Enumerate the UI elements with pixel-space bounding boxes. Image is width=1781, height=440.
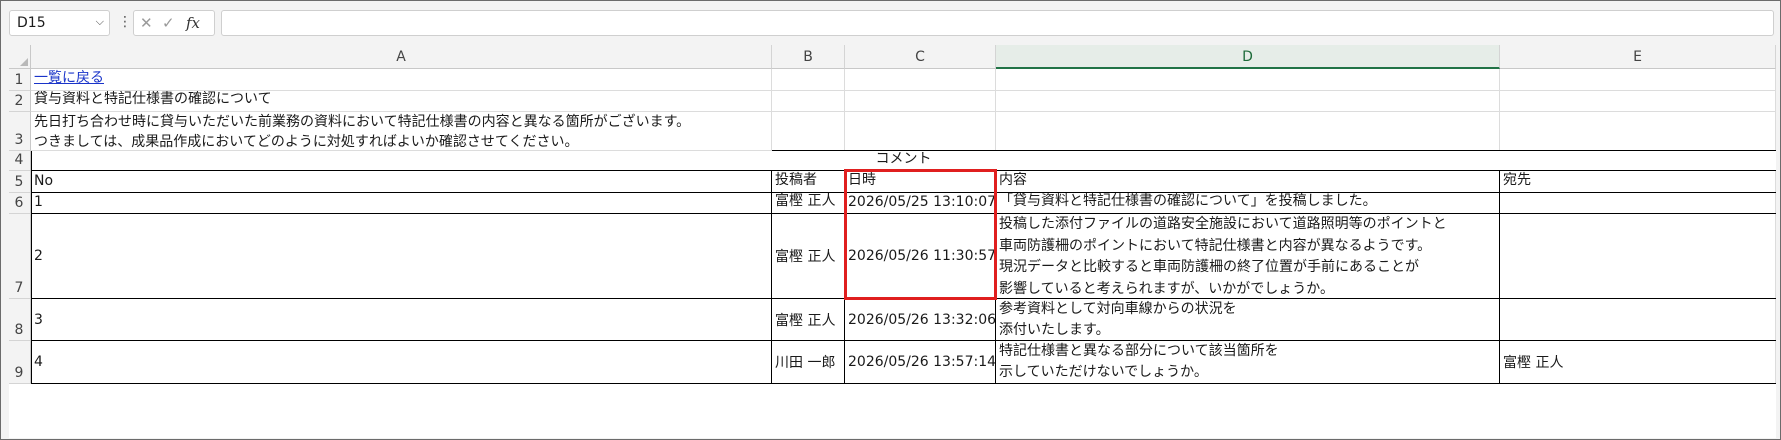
cell-d3[interactable] [996,112,1500,151]
worksheet-grid: A B C D E 1 2 3 4 5 6 7 8 9 一覧に戻る 貸与資料と特… [9,45,1776,438]
formula-input[interactable] [221,10,1774,36]
topic-body-line-2: つきましては、成果品作成においてどのように対処すればよいか確認させてください。 [34,134,579,150]
table-row-3-content[interactable]: 参考資料として対向車線からの状況を 添付いたします。 [996,299,1500,341]
cell-e2[interactable] [1500,91,1776,112]
cell-a2[interactable]: 貸与資料と特記仕様書の確認について [31,91,772,112]
table-border [771,170,772,384]
cell-b3[interactable] [772,112,845,151]
cell-b2[interactable] [772,91,845,112]
checkmark-icon[interactable]: ✓ [162,14,175,32]
row-header-3[interactable]: 3 [9,112,31,151]
row-header-7[interactable]: 7 [9,214,31,299]
row-header-2[interactable]: 2 [9,91,31,112]
comment-header: コメント [875,151,932,167]
column-header-b[interactable]: B [772,45,845,69]
cell-d2[interactable] [996,91,1500,112]
chevron-down-icon[interactable]: ⌵ [96,15,104,29]
table-row-1-recipient[interactable] [1500,193,1776,214]
table-row-4-datetime[interactable]: 2026/05/26 13:57:14 [845,341,996,384]
header-content[interactable]: 内容 [996,171,1500,193]
table-border [31,340,1776,341]
topic-title: 貸与資料と特記仕様書の確認について [34,91,272,107]
table-row-3-poster[interactable]: 富樫 正人 [772,299,845,341]
row-header-8[interactable]: 8 [9,299,31,341]
table-row-2-poster[interactable]: 富樫 正人 [772,214,845,299]
table-border [995,170,996,384]
formula-bar: D15 ⌵ ⋮ ✕ ✓ fx [9,10,1774,38]
formula-actions: ✕ ✓ fx [133,10,215,36]
column-header-e[interactable]: E [1500,45,1776,69]
table-row-3-recipient[interactable] [1500,299,1776,341]
header-recipient[interactable]: 宛先 [1500,171,1776,193]
select-all-corner[interactable] [9,45,31,69]
table-border [31,213,1776,214]
row-header-4[interactable]: 4 [9,151,31,171]
table-border [1499,170,1500,384]
header-poster[interactable]: 投稿者 [772,171,845,193]
insert-function-button[interactable]: fx [186,14,200,32]
column-header-a[interactable]: A [31,45,772,69]
row-header-6[interactable]: 6 [9,193,31,214]
row-header-5[interactable]: 5 [9,171,31,193]
table-row-1-content[interactable]: 「貸与資料と特記仕様書の確認について」を投稿しました。 [996,193,1500,214]
table-row-4-no[interactable]: 4 [31,341,772,384]
table-border [31,170,1776,171]
table-row-4-poster[interactable]: 川田 一郎 [772,341,845,384]
cell-a3[interactable]: 先日打ち合わせ時に貸与いただいた前業務の資料において特記仕様書の内容と異なる箇所… [31,112,772,151]
table-row-2-content[interactable]: 投稿した添付ファイルの道路安全施設において道路照明等のポイントと 車両防護柵のポ… [996,214,1500,299]
table-row-1-poster[interactable]: 富樫 正人 [772,193,845,214]
name-box[interactable]: D15 ⌵ [9,10,110,36]
row-header-9[interactable]: 9 [9,341,31,384]
table-row-3-no[interactable]: 3 [31,299,772,341]
table-border-bottom [31,383,1776,384]
comment-header-cell[interactable]: コメント [31,151,1776,171]
table-row-2-no[interactable]: 2 [31,214,772,299]
cell-c3[interactable] [845,112,996,151]
back-to-list-link[interactable]: 一覧に戻る [34,69,104,87]
table-row-1-no[interactable]: 1 [31,193,772,214]
column-header-d[interactable]: D [996,45,1500,69]
cell-e3[interactable] [1500,112,1776,151]
header-no[interactable]: No [31,171,772,193]
table-border [844,170,845,384]
cell-d1[interactable] [996,69,1500,91]
table-row-4-content[interactable]: 特記仕様書と異なる部分について該当箇所を 示していただけないでしょうか。 [996,341,1500,384]
column-header-c[interactable]: C [845,45,996,69]
table-row-2-recipient[interactable] [1500,214,1776,299]
table-row-4-recipient[interactable]: 富樫 正人 [1500,341,1776,384]
table-row-2-datetime[interactable]: 2026/05/26 11:30:57 [845,214,996,299]
cell-e1[interactable] [1500,69,1776,91]
vertical-ellipsis-icon[interactable]: ⋮ [118,14,132,30]
cell-b1[interactable] [772,69,845,91]
table-border [31,298,1776,299]
table-border [31,192,1776,193]
topic-body-line-1: 先日打ち合わせ時に貸与いただいた前業務の資料において特記仕様書の内容と異なる箇所… [34,114,691,130]
table-row-3-datetime[interactable]: 2026/05/26 13:32:06 [845,299,996,341]
name-box-value: D15 [17,15,46,31]
row-header-1[interactable]: 1 [9,69,31,91]
table-border-left [31,150,32,384]
cell-c1[interactable] [845,69,996,91]
header-datetime[interactable]: 日時 [845,171,996,193]
cell-a1[interactable]: 一覧に戻る [31,69,772,91]
cancel-x-icon[interactable]: ✕ [140,14,153,32]
cell-c2[interactable] [845,91,996,112]
table-row-1-datetime[interactable]: 2026/05/25 13:10:07 [845,193,996,214]
